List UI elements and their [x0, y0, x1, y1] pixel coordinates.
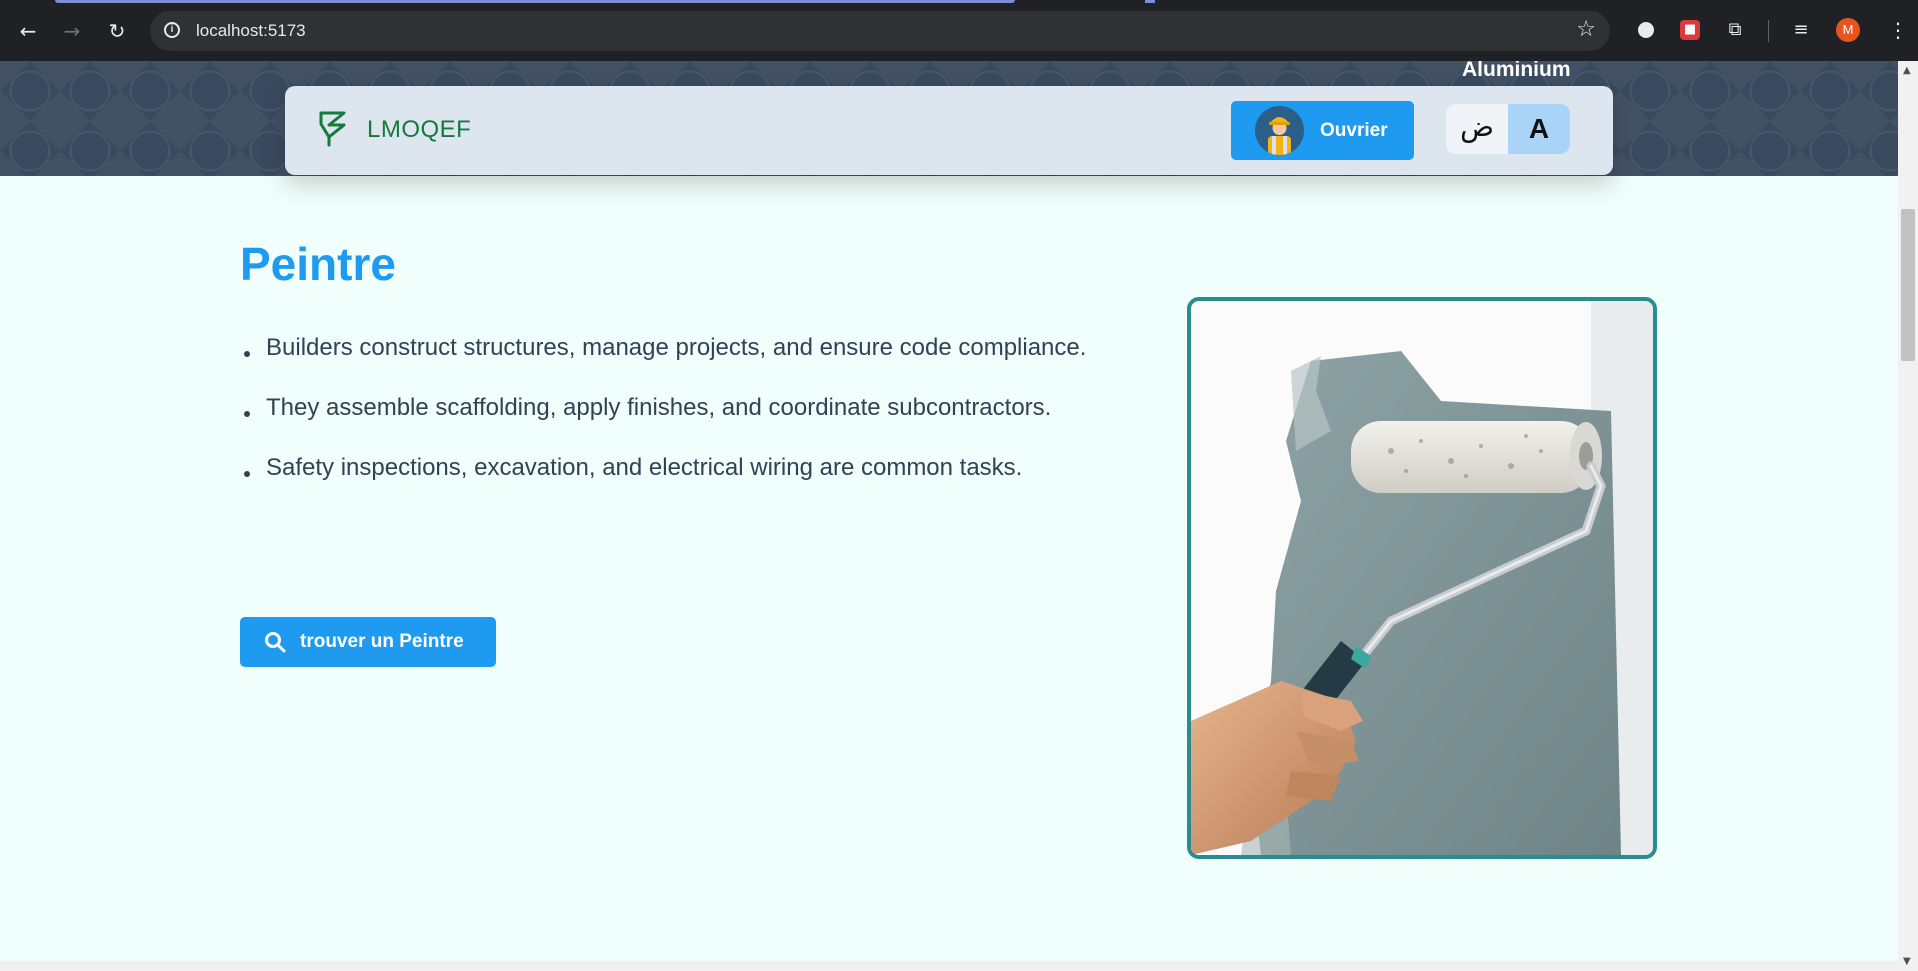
worker-avatar-icon — [1255, 106, 1304, 155]
extension-icon[interactable]: ■ — [1680, 20, 1700, 40]
tab-indicator — [1145, 0, 1155, 3]
scrollbar-thumb[interactable] — [1901, 209, 1915, 361]
address-bar[interactable]: i localhost:5173 ☆ — [150, 11, 1610, 51]
page-title: Peintre — [240, 238, 396, 290]
kebab-menu-icon[interactable]: ⋮ — [1888, 16, 1908, 44]
media-control-icon[interactable]: ≡ — [1790, 19, 1812, 41]
profile-avatar[interactable]: M — [1836, 18, 1860, 42]
list-item: They assemble scaffolding, apply finishe… — [240, 393, 1086, 453]
category-label: Aluminium — [1462, 61, 1571, 81]
worker-button-label: Ouvrier — [1320, 120, 1388, 141]
browser-toolbar: ← → ↻ i localhost:5173 ☆ ■ ⧉ ≡ M ⋮ — [0, 0, 1918, 61]
horizontal-scroll-track — [0, 961, 1898, 971]
puzzle-icon[interactable]: ⧉ — [1724, 19, 1746, 41]
url-text[interactable]: localhost:5173 — [196, 21, 306, 41]
page-viewport: Aluminium LMOQEF Ouvrier ض A Peintre Bui… — [0, 61, 1898, 961]
list-item: Safety inspections, excavation, and elec… — [240, 453, 1086, 513]
logo-icon[interactable] — [318, 110, 348, 148]
toolbar-divider — [1768, 20, 1769, 42]
language-latin-option[interactable]: A — [1508, 104, 1570, 154]
forward-arrow-icon[interactable]: → — [58, 17, 86, 45]
navbar: LMOQEF Ouvrier ض A — [285, 86, 1613, 175]
search-icon — [265, 632, 286, 653]
find-painter-button[interactable]: trouver un Peintre — [240, 617, 496, 667]
scroll-down-arrow-icon[interactable]: ▼ — [1903, 956, 1911, 967]
language-toggle: ض A — [1446, 104, 1570, 154]
reload-icon[interactable]: ↻ — [103, 17, 131, 45]
list-item: Builders construct structures, manage pr… — [240, 333, 1086, 393]
painter-image — [1187, 297, 1657, 859]
brand-name[interactable]: LMOQEF — [367, 116, 471, 144]
language-arabic-option[interactable]: ض — [1446, 104, 1508, 154]
feature-list: Builders construct structures, manage pr… — [240, 333, 1086, 513]
bookmark-star-icon[interactable]: ☆ — [1576, 17, 1596, 42]
scroll-up-arrow-icon[interactable]: ▲ — [1903, 65, 1911, 76]
extension-icon[interactable] — [1635, 19, 1657, 41]
site-info-icon[interactable]: i — [164, 22, 180, 38]
back-arrow-icon[interactable]: ← — [14, 17, 42, 45]
page-scrollbar[interactable]: ▲ ▼ — [1898, 61, 1918, 971]
find-painter-button-label: trouver un Peintre — [300, 631, 464, 652]
active-tab-indicator — [55, 0, 1015, 3]
worker-button[interactable]: Ouvrier — [1231, 101, 1414, 160]
